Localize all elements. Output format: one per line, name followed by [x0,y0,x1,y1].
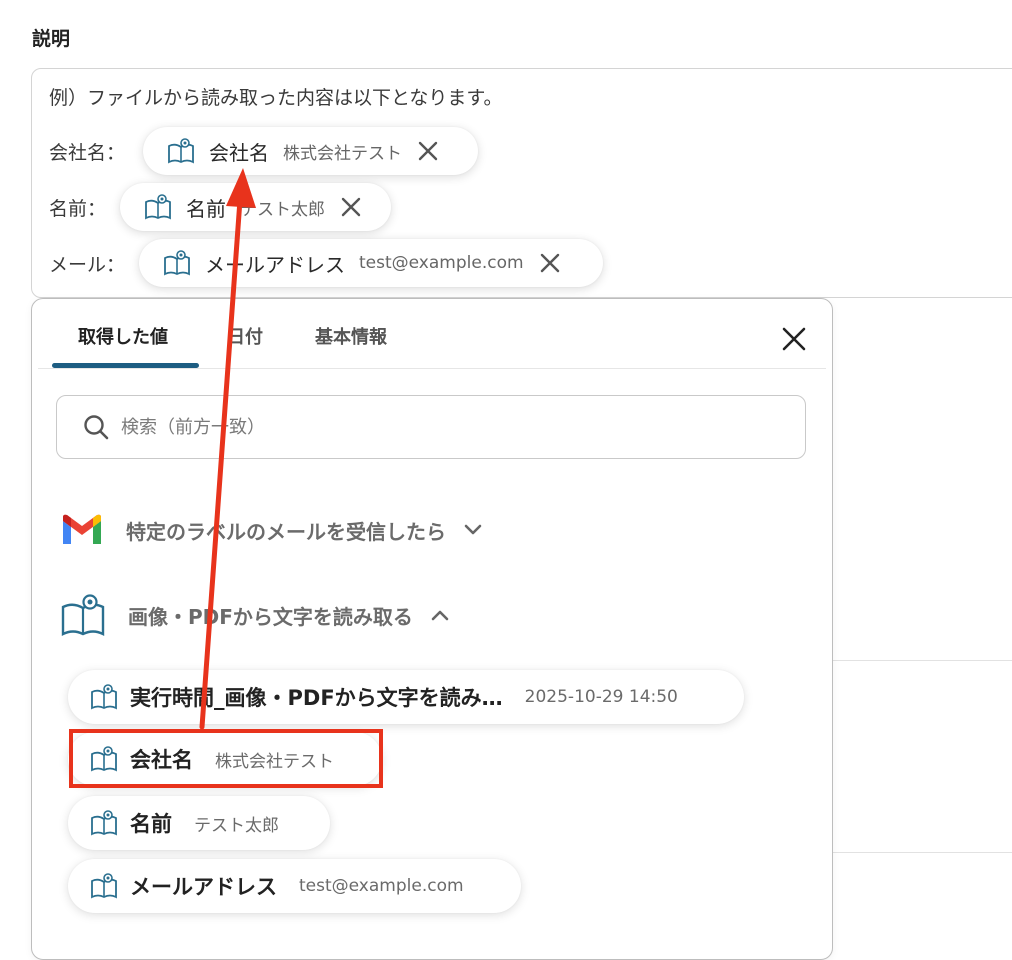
item-name: 名前 [130,812,172,836]
list-item-exec-time[interactable]: 実行時間_画像・PDFから文字を読み… 2025-10-29 14:50 [68,670,744,724]
ocr-book-icon [91,873,117,899]
gmail-icon [63,514,101,544]
chip-name: 会社名 [209,140,269,165]
close-icon[interactable] [538,251,562,275]
close-icon[interactable] [339,195,363,219]
item-value: 2025-10-29 14:50 [524,687,678,707]
ocr-book-icon [61,594,105,636]
tab-date[interactable]: 日付 [227,323,263,349]
group-gmail-trigger[interactable]: 特定のラベルのメールを受信したら [60,513,482,547]
chevron-up-icon[interactable] [431,609,449,621]
ocr-book-icon [168,138,194,164]
item-value: test@example.com [299,876,464,896]
tab-basic-info[interactable]: 基本情報 [315,323,387,349]
search-icon [84,415,109,440]
list-item-email[interactable]: メールアドレス test@example.com [68,859,521,913]
variable-chip-email[interactable]: メールアドレス test@example.com [139,239,603,287]
tab-acquired-values[interactable]: 取得した値 [78,323,168,349]
variable-chip-company[interactable]: 会社名 株式会社テスト [143,127,478,175]
item-name: メールアドレス [130,875,277,899]
item-name: 会社名 [130,748,193,772]
description-intro: 例）ファイルから読み取った内容は以下となります。 [49,87,503,109]
chevron-down-icon[interactable] [464,524,482,536]
section-title: 説明 [32,28,71,50]
divider [831,852,1012,853]
ocr-book-icon [91,746,117,772]
row-label-name: 名前： [49,198,107,220]
ocr-book-icon [164,250,190,276]
chip-name: 名前 [186,196,226,221]
chip-value: テスト太郎 [240,199,325,220]
ocr-book-icon [91,684,117,710]
variable-chip-name[interactable]: 名前 テスト太郎 [120,183,391,231]
item-value: 株式会社テスト [215,751,334,772]
row-label-company: 会社名： [49,142,126,164]
group-ocr[interactable]: 画像・PDFから文字を読み取る [60,593,449,637]
row-label-email: メール： [49,254,126,276]
search-field[interactable] [56,395,806,459]
search-input[interactable] [119,415,723,439]
list-item-company[interactable]: 会社名 株式会社テスト [68,732,382,786]
divider [831,660,1012,661]
close-icon[interactable] [780,325,808,353]
item-name: 実行時間_画像・PDFから文字を読み… [130,686,503,710]
close-icon[interactable] [416,139,440,163]
tab-divider [38,368,826,369]
group-label: 画像・PDFから文字を読み取る [128,604,413,629]
list-item-name[interactable]: 名前 テスト太郎 [68,796,330,850]
chip-value: 株式会社テスト [283,143,402,164]
chip-value: test@example.com [359,253,524,273]
group-label: 特定のラベルのメールを受信したら [126,519,446,544]
item-value: テスト太郎 [194,815,279,836]
ocr-book-icon [145,194,171,220]
chip-name: メールアドレス [205,252,345,277]
ocr-book-icon [91,810,117,836]
